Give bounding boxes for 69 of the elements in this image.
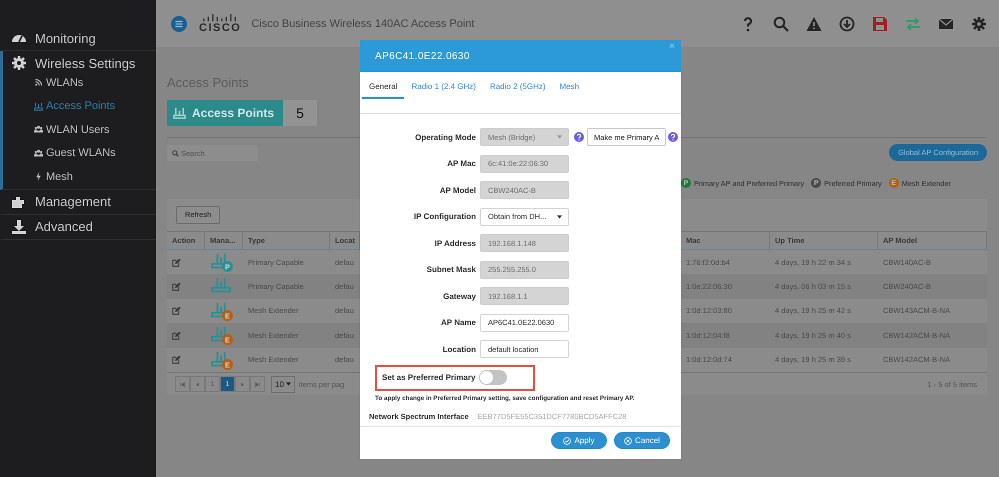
edit-icon[interactable] bbox=[172, 330, 181, 340]
field-label: AP Name bbox=[440, 318, 477, 328]
antenna-icon bbox=[34, 102, 43, 111]
page-size-select[interactable]: 10 bbox=[271, 376, 295, 393]
field-label: Location bbox=[442, 344, 477, 354]
app-title: Cisco Business Wireless 140AC Access Point bbox=[251, 18, 474, 30]
bolt-icon bbox=[34, 172, 43, 182]
field-label: AP Model bbox=[438, 186, 477, 195]
access-point-count: 5 bbox=[283, 100, 318, 126]
last-page-button[interactable] bbox=[250, 376, 265, 392]
field-label: Subnet Mask bbox=[426, 265, 477, 274]
sidebar-item[interactable]: WLANs bbox=[3, 71, 156, 94]
next-icon bbox=[240, 382, 245, 387]
sidebar-section[interactable]: Wireless Settings bbox=[3, 51, 156, 71]
sidebar-section-label: Monitoring bbox=[35, 30, 96, 46]
caret-icon bbox=[557, 214, 562, 219]
warning-icon[interactable] bbox=[806, 16, 822, 32]
help-icon[interactable] bbox=[668, 132, 678, 142]
field-label: IP Configuration bbox=[412, 212, 477, 222]
sidebar-section-label: Management bbox=[35, 194, 111, 209]
users-icon bbox=[34, 148, 43, 158]
field-label: Operating Mode bbox=[414, 132, 477, 142]
sidebar-item[interactable]: Guest WLANs bbox=[3, 142, 156, 165]
tab[interactable]: Radio 1 (2.4 GHz) bbox=[404, 72, 483, 99]
field-label: Set as Preferred Primary bbox=[381, 373, 476, 382]
download-icon[interactable] bbox=[839, 16, 855, 32]
sidebar-item[interactable]: Access Points bbox=[3, 94, 156, 118]
logo-text: CISCO bbox=[199, 22, 242, 34]
last-page-icon bbox=[255, 382, 260, 387]
field-label: IP Address bbox=[434, 238, 477, 248]
menu-icon[interactable] bbox=[171, 16, 187, 32]
search-icon bbox=[172, 150, 179, 156]
first-page-icon bbox=[180, 382, 185, 387]
tab[interactable]: Mesh bbox=[552, 72, 586, 99]
sidebar-item[interactable]: Mesh bbox=[3, 165, 156, 188]
edit-icon[interactable] bbox=[172, 355, 181, 364]
search-icon[interactable] bbox=[773, 16, 789, 32]
edit-icon[interactable] bbox=[172, 282, 181, 291]
cancel-button[interactable]: Cancel bbox=[614, 432, 670, 449]
sidebar-section[interactable]: Advanced bbox=[3, 214, 156, 238]
wifi-icon bbox=[34, 78, 43, 88]
sidebar-section-label: Wireless Settings bbox=[35, 56, 136, 70]
tab[interactable]: General bbox=[362, 72, 404, 99]
previous-icon bbox=[195, 382, 200, 387]
caret-icon bbox=[286, 382, 291, 386]
sidebar-section[interactable]: Monitoring bbox=[3, 26, 156, 50]
first-page-button[interactable] bbox=[175, 376, 190, 392]
antenna-icon bbox=[173, 106, 186, 120]
field-label: AP Mac bbox=[446, 159, 477, 168]
gear-icon bbox=[11, 55, 27, 71]
check-icon bbox=[563, 436, 572, 444]
close-icon bbox=[624, 436, 632, 444]
download-icon bbox=[11, 218, 27, 234]
close-button[interactable]: × bbox=[669, 41, 675, 52]
edit-icon[interactable] bbox=[172, 306, 181, 316]
settings-icon[interactable] bbox=[971, 16, 987, 32]
tab[interactable]: Radio 2 (5GHz) bbox=[482, 72, 553, 99]
save-icon[interactable] bbox=[872, 16, 888, 32]
users-icon bbox=[34, 125, 43, 134]
edit-icon[interactable] bbox=[172, 258, 181, 266]
dialog-title: AP6C41.0E22.0630 bbox=[375, 50, 470, 62]
access-points-badge: Access Points bbox=[167, 100, 284, 126]
caret-icon bbox=[557, 135, 562, 140]
sidebar-section-label: Advanced bbox=[35, 219, 93, 234]
field-label: Gateway bbox=[442, 292, 477, 301]
apply-button[interactable]: Apply bbox=[551, 432, 607, 449]
sidebar-item[interactable]: WLAN Users bbox=[3, 118, 156, 142]
sidebar-section[interactable]: Management bbox=[3, 190, 156, 214]
toggle-switch[interactable] bbox=[479, 370, 508, 385]
